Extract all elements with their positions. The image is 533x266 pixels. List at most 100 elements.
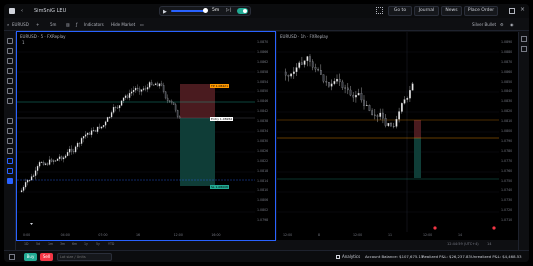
- time-tick-label: 16: [136, 233, 141, 237]
- candle-body: [349, 89, 352, 96]
- cursor-tool-icon[interactable]: [7, 38, 13, 44]
- settings-icon[interactable]: ⚙: [500, 19, 504, 31]
- candle-body: [355, 95, 357, 98]
- back-arrow-icon[interactable]: ‹: [21, 4, 23, 18]
- short-position-tool-icon[interactable]: [7, 168, 13, 174]
- candle-body: [64, 155, 67, 158]
- price-tick-label: 1.0720: [501, 208, 513, 213]
- candle-body: [387, 123, 390, 126]
- replay-progress-handle[interactable]: [203, 8, 208, 13]
- candle-body: [24, 182, 27, 188]
- sl-label[interactable]: SL 1.08008: [210, 185, 229, 189]
- chart-pane-left[interactable]: EURUSD · 5 · FXReplay 1 1.0870 1.0866 1.08…: [16, 31, 276, 241]
- trend-line-tool-icon[interactable]: [7, 48, 13, 54]
- sell-button[interactable]: Sell: [40, 253, 53, 261]
- price-tick-label: 1.0826: [257, 148, 269, 153]
- close-icon[interactable]: ×: [520, 6, 525, 13]
- long-position-tool-icon[interactable]: [7, 158, 13, 164]
- add-symbol-icon[interactable]: +: [36, 19, 39, 31]
- snapshot-icon[interactable]: ◉: [510, 19, 514, 31]
- lot-size-input[interactable]: [57, 253, 112, 261]
- lock-tool-icon[interactable]: [7, 128, 13, 134]
- candle-body: [154, 83, 157, 86]
- measure-tool-icon[interactable]: [7, 88, 13, 94]
- news-button[interactable]: News: [441, 6, 462, 16]
- candle-body: [138, 88, 141, 92]
- candle-body: [322, 74, 325, 82]
- unrealized-pnl: Unrealized P&L: $4,468.53: [471, 254, 522, 259]
- tp-label[interactable]: TP 1.08421: [210, 84, 230, 88]
- analytics-button[interactable]: Analytics: [342, 251, 360, 262]
- grid-icon[interactable]: [376, 7, 383, 14]
- price-tick-label: 1.0810: [257, 188, 269, 193]
- symbol-selector[interactable]: EURUSD: [12, 19, 29, 31]
- candle-body: [293, 71, 295, 74]
- range-button[interactable]: 3m: [60, 242, 65, 246]
- candle-body: [341, 81, 344, 88]
- play-icon[interactable]: ▶: [163, 9, 167, 15]
- place-order-button[interactable]: Place Order: [464, 6, 498, 16]
- candle-body: [74, 146, 77, 153]
- candle-body: [130, 91, 133, 94]
- range-button[interactable]: 5y: [96, 242, 100, 246]
- entry-label[interactable]: Entry 1.08262: [210, 117, 234, 121]
- candle-body: [368, 105, 371, 111]
- layout-grid-icon[interactable]: [9, 254, 15, 260]
- layout-icon[interactable]: ▭: [140, 19, 144, 31]
- candles-icon[interactable]: ▥: [66, 19, 70, 31]
- alert-tool-icon[interactable]: [7, 178, 13, 184]
- price-tick-label: 1.0838: [257, 119, 269, 124]
- price-tick-label: 1.0830: [501, 99, 513, 104]
- replay-speed[interactable]: 5m: [212, 8, 219, 13]
- eye-tool-icon[interactable]: [7, 138, 13, 144]
- buy-button[interactable]: Buy: [24, 253, 37, 261]
- chart-pane-right[interactable]: EURUSD · 1h · FXReplay 1.0890 1.0880 1.087…: [277, 32, 518, 240]
- price-tick-label: 1.0790: [501, 138, 513, 143]
- range-button[interactable]: 1m: [48, 242, 53, 246]
- range-button[interactable]: 1D: [24, 242, 28, 246]
- goto-button[interactable]: Go to: [388, 6, 412, 16]
- candle-body: [287, 75, 290, 77]
- price-tick-label: 1.0806: [257, 198, 269, 203]
- candle-body: [114, 107, 117, 108]
- zoom-tool-icon[interactable]: [7, 98, 13, 104]
- time-tick-label: 8: [318, 233, 321, 237]
- price-tick-label: 1.0814: [257, 178, 269, 183]
- search-icon[interactable]: ⌕: [7, 19, 9, 31]
- trash-tool-icon[interactable]: [7, 148, 13, 154]
- fib-tool-icon[interactable]: [7, 58, 13, 64]
- range-button[interactable]: 1y: [84, 242, 88, 246]
- candle-body: [58, 156, 61, 159]
- magnet-tool-icon[interactable]: [7, 118, 13, 124]
- candle-body: [48, 159, 51, 165]
- left-chart-canvas[interactable]: [17, 32, 275, 240]
- hide-market-button[interactable]: Hide Market: [111, 19, 135, 31]
- range-button[interactable]: 6m: [72, 242, 77, 246]
- step-forward-icon[interactable]: ▷|: [226, 8, 231, 13]
- indicators-button[interactable]: Indicators: [84, 19, 104, 31]
- watchlist-icon[interactable]: [521, 36, 527, 42]
- text-tool-icon[interactable]: [7, 78, 13, 84]
- interval-selector[interactable]: 5m: [50, 19, 56, 31]
- range-button[interactable]: YTD: [108, 242, 114, 246]
- candle-body: [32, 175, 35, 177]
- candle-body: [336, 78, 338, 82]
- replay-toggle[interactable]: [237, 8, 248, 14]
- journal-button[interactable]: Journal: [414, 6, 439, 16]
- fullscreen-icon[interactable]: [509, 8, 515, 14]
- price-tick-label: 1.0858: [257, 69, 269, 74]
- candle-body: [160, 83, 163, 86]
- candle-body: [172, 102, 175, 105]
- calendar-icon[interactable]: [521, 46, 527, 52]
- right-chart-canvas[interactable]: [277, 32, 518, 240]
- replay-progress-track[interactable]: [171, 10, 205, 12]
- candle-body: [30, 176, 33, 181]
- range-button[interactable]: 5d: [36, 242, 40, 246]
- candle-body: [146, 87, 149, 90]
- pattern-tool-icon[interactable]: [7, 68, 13, 74]
- candle-body: [403, 99, 406, 104]
- candle-body: [60, 156, 63, 160]
- candle-body: [34, 170, 37, 176]
- theme-selector[interactable]: Silver Bullet: [472, 19, 496, 31]
- title-bar: ‹ SimSniG LEU ▶ 5m ▷| Go to Journal News…: [4, 4, 529, 18]
